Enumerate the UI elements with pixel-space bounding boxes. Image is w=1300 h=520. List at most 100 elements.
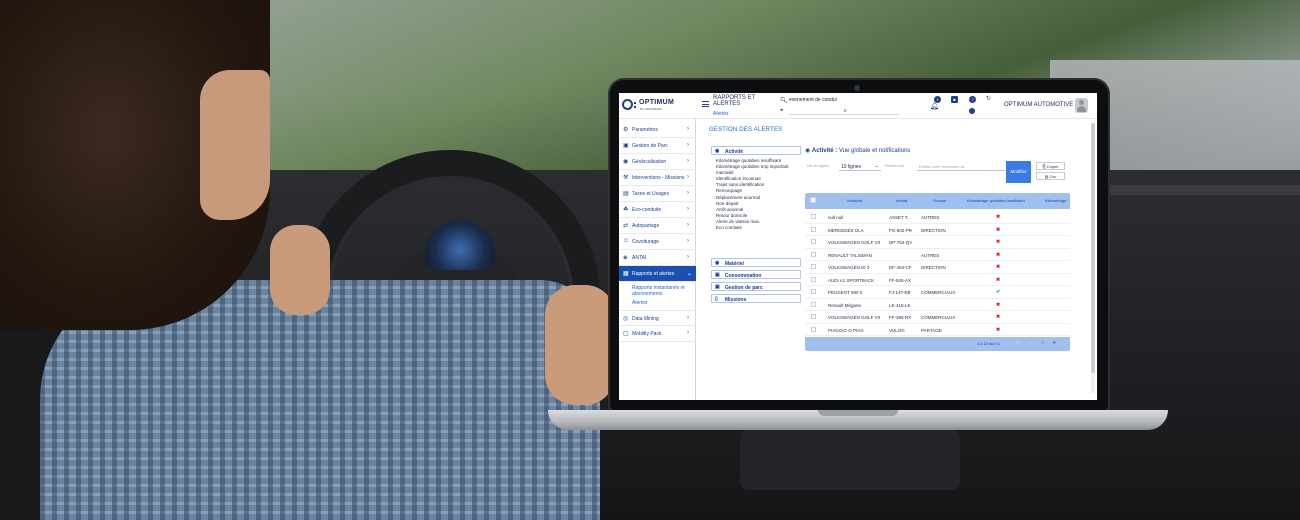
company-name: OPTIMUM AUTOMOTIVE <box>1004 102 1074 108</box>
logo-dot <box>634 106 636 108</box>
rows-select[interactable]: 10 lignes ⌄ <box>839 162 881 171</box>
breadcrumb[interactable]: Alertes <box>713 111 729 117</box>
car-icon: ▣ <box>623 143 629 149</box>
prev-page-icon[interactable]: ‹ <box>1030 340 1032 346</box>
plate-cell: DF-404-CF <box>889 265 912 270</box>
row-checkbox[interactable] <box>811 239 816 244</box>
table-search-input[interactable]: Entrez votre recherche ici <box>917 162 1005 171</box>
activity-alert-list: Kilométrage quotidien insuffisant Kilomé… <box>716 158 806 231</box>
pin-icon: ◉ <box>715 148 720 154</box>
pin-icon: ◉ <box>805 148 811 154</box>
sidebar-item-parametres[interactable]: ⚙ Paramètres › <box>619 122 696 138</box>
group-cell: PARTAGE <box>921 327 942 333</box>
sidebar-item-autopartage[interactable]: ⇄ Autopartage › <box>619 218 696 234</box>
trash-icon[interactable]: ■ <box>951 96 958 103</box>
sidebar-subitem-rapports[interactable]: Rapports instantanés et abonnements <box>632 285 692 297</box>
sidebar-item-taxes[interactable]: ▤ Taxes et Usages › <box>619 186 696 202</box>
photo-background: OPTIMUM BY SHIFTBONS RAPPORTS ET ALERTES… <box>0 0 1300 520</box>
plate-cell: FJ-147-EB <box>889 290 911 295</box>
copy-button[interactable]: ⎘ Copier <box>1036 162 1065 170</box>
row-checkbox[interactable] <box>811 276 816 282</box>
first-page-icon[interactable]: « <box>1017 340 1020 346</box>
column-header[interactable]: Immat. <box>896 198 908 203</box>
sidebar-item-interventions[interactable]: ⚒ Interventions - Missions › <box>619 170 696 186</box>
search-label: Recherche <box>885 163 905 168</box>
bell-icon[interactable]: 🔔︎ <box>930 102 939 110</box>
hamburger-menu-icon[interactable] <box>702 101 709 107</box>
table-row[interactable]: VOLKSWAGEN ID 3 DF-404-CF DIRECTION ✖ <box>805 261 1070 274</box>
search-icon: 🔍︎ <box>780 98 788 104</box>
laptop-screen: OPTIMUM BY SHIFTBONS RAPPORTS ET ALERTES… <box>619 93 1097 400</box>
refresh-icon[interactable]: ↻ <box>985 96 992 103</box>
column-header[interactable]: Kilométrage <box>1045 198 1070 203</box>
table-row[interactable]: AUDI A1 SPORTBACK FF-926-AX ✖ <box>805 274 1070 286</box>
webcam-icon <box>854 85 860 91</box>
column-header[interactable]: Kilométrage quotidien insuffisant <box>967 198 1025 203</box>
row-checkbox[interactable] <box>811 251 816 257</box>
list-item[interactable]: Eco conduite <box>716 225 806 231</box>
sidebar-subitem-alertes[interactable]: Alertes <box>632 300 692 306</box>
group-cell: DIRECTION <box>921 265 946 270</box>
column-header[interactable]: Véhicule <box>847 198 862 203</box>
row-checkbox[interactable] <box>811 314 816 319</box>
rows-label: Nb de lignes <box>807 163 830 168</box>
share-icon: ⇄ <box>623 223 629 229</box>
page-title: RAPPORTS ET ALERTES <box>713 95 756 107</box>
accordion-activite[interactable]: ◉ Activité <box>711 146 801 155</box>
scrollbar-thumb[interactable] <box>1091 123 1095 373</box>
table-row[interactable]: PEUGEOT 508 II FJ-147-EB COMMERCIAUX ✔ <box>805 286 1070 299</box>
table-row[interactable]: VOLKSWAGEN GOLF VII DP-763-QV ✖ <box>805 236 1070 249</box>
clear-location-icon[interactable]: x <box>844 108 847 114</box>
next-page-icon[interactable]: › <box>1042 340 1044 346</box>
sidebar-item-covoiturage[interactable]: ☺ Covoiturage › <box>619 234 696 250</box>
driver-right-hand <box>545 285 615 405</box>
accordion-label: Matériel <box>725 261 744 267</box>
chevron-right-icon: › <box>687 254 689 260</box>
accordion-gestion-parc[interactable]: ▣ Gestion de parc <box>711 282 801 291</box>
sidebar-item-geolocalisation[interactable]: ◉ Géolocalisation › <box>619 154 696 170</box>
accordion-consommation[interactable]: ▣ Consommation <box>711 270 801 279</box>
row-checkbox[interactable] <box>811 214 816 219</box>
sidebar-item-label: Interventions - Missions <box>632 175 685 181</box>
globe-icon[interactable] <box>969 108 975 114</box>
avatar[interactable] <box>1075 98 1088 113</box>
modifier-button[interactable]: Modifier <box>1006 161 1031 183</box>
table-row[interactable]: PIAGGIO O PIAG VULOG PARTAGE ✖ <box>805 324 1070 336</box>
sidebar-item-eco-conduite[interactable]: ☘ Eco-conduite › <box>619 202 696 218</box>
row-checkbox[interactable] <box>811 226 816 232</box>
last-page-icon[interactable]: » <box>1053 340 1056 346</box>
accordion-materiel[interactable]: ◉ Matériel <box>711 258 801 267</box>
csv-label: Csv <box>1049 174 1057 179</box>
row-checkbox[interactable] <box>811 289 816 294</box>
sidebar-item-mobility-pack[interactable]: ▢ Mobility Pack › <box>619 326 696 342</box>
group-cell: AUTRES <box>921 215 940 220</box>
accordion-missions[interactable]: ▯ Missions <box>711 294 801 303</box>
vehicle-cell: VOLKSWAGEN GOLF VII <box>828 315 881 320</box>
pin-icon: ◉ <box>715 260 720 266</box>
select-all-checkbox[interactable] <box>810 197 816 203</box>
sidebar-item-label: Géolocalisation <box>632 159 667 165</box>
table-row[interactable]: null null ASSET T... AUTRES ✖ <box>805 211 1070 224</box>
car-icon: ▣ <box>715 284 720 290</box>
table-row[interactable]: MERCEDES GLA FG-602-PR DIRECTION ✖ <box>805 224 1070 236</box>
csv-button[interactable]: ▤ Csv <box>1036 172 1065 180</box>
sidebar-item-label: Data Mining <box>632 316 659 322</box>
help-icon[interactable]: ? <box>969 96 976 103</box>
table-row[interactable]: VOLKSWAGEN GOLF VII FF-395-RX COMMERCIAUX ✖ <box>805 311 1070 324</box>
column-header[interactable]: Groupe <box>933 198 946 203</box>
accordion-label: Consommation <box>725 273 762 279</box>
table-row[interactable]: Renault Mégane LE-415-LE ✖ <box>805 299 1070 311</box>
row-checkbox[interactable] <box>811 264 816 269</box>
row-checkbox[interactable] <box>811 326 816 332</box>
vehicle-cell: PIAGGIO O PIAG <box>828 327 864 333</box>
sidebar-item-gestion-parc[interactable]: ▣ Gestion de Parc › <box>619 138 696 154</box>
plate-cell: ASSET T... <box>889 215 911 220</box>
driver-face <box>200 70 270 220</box>
pagination-info: 1 à 10 sur 11 <box>977 341 1001 346</box>
sidebar-item-antai[interactable]: ◈ ANTAI › <box>619 250 696 266</box>
sidebar-item-data-mining[interactable]: ◎ Data Mining › <box>619 310 696 326</box>
search-input[interactable] <box>789 96 884 103</box>
row-checkbox[interactable] <box>811 301 816 307</box>
table-row[interactable]: RENAULT TALISMAN AUTRES ✖ <box>805 249 1070 261</box>
sidebar-item-rapports-alertes[interactable]: ▦ Rapports et alertes ⌄ <box>619 266 696 282</box>
